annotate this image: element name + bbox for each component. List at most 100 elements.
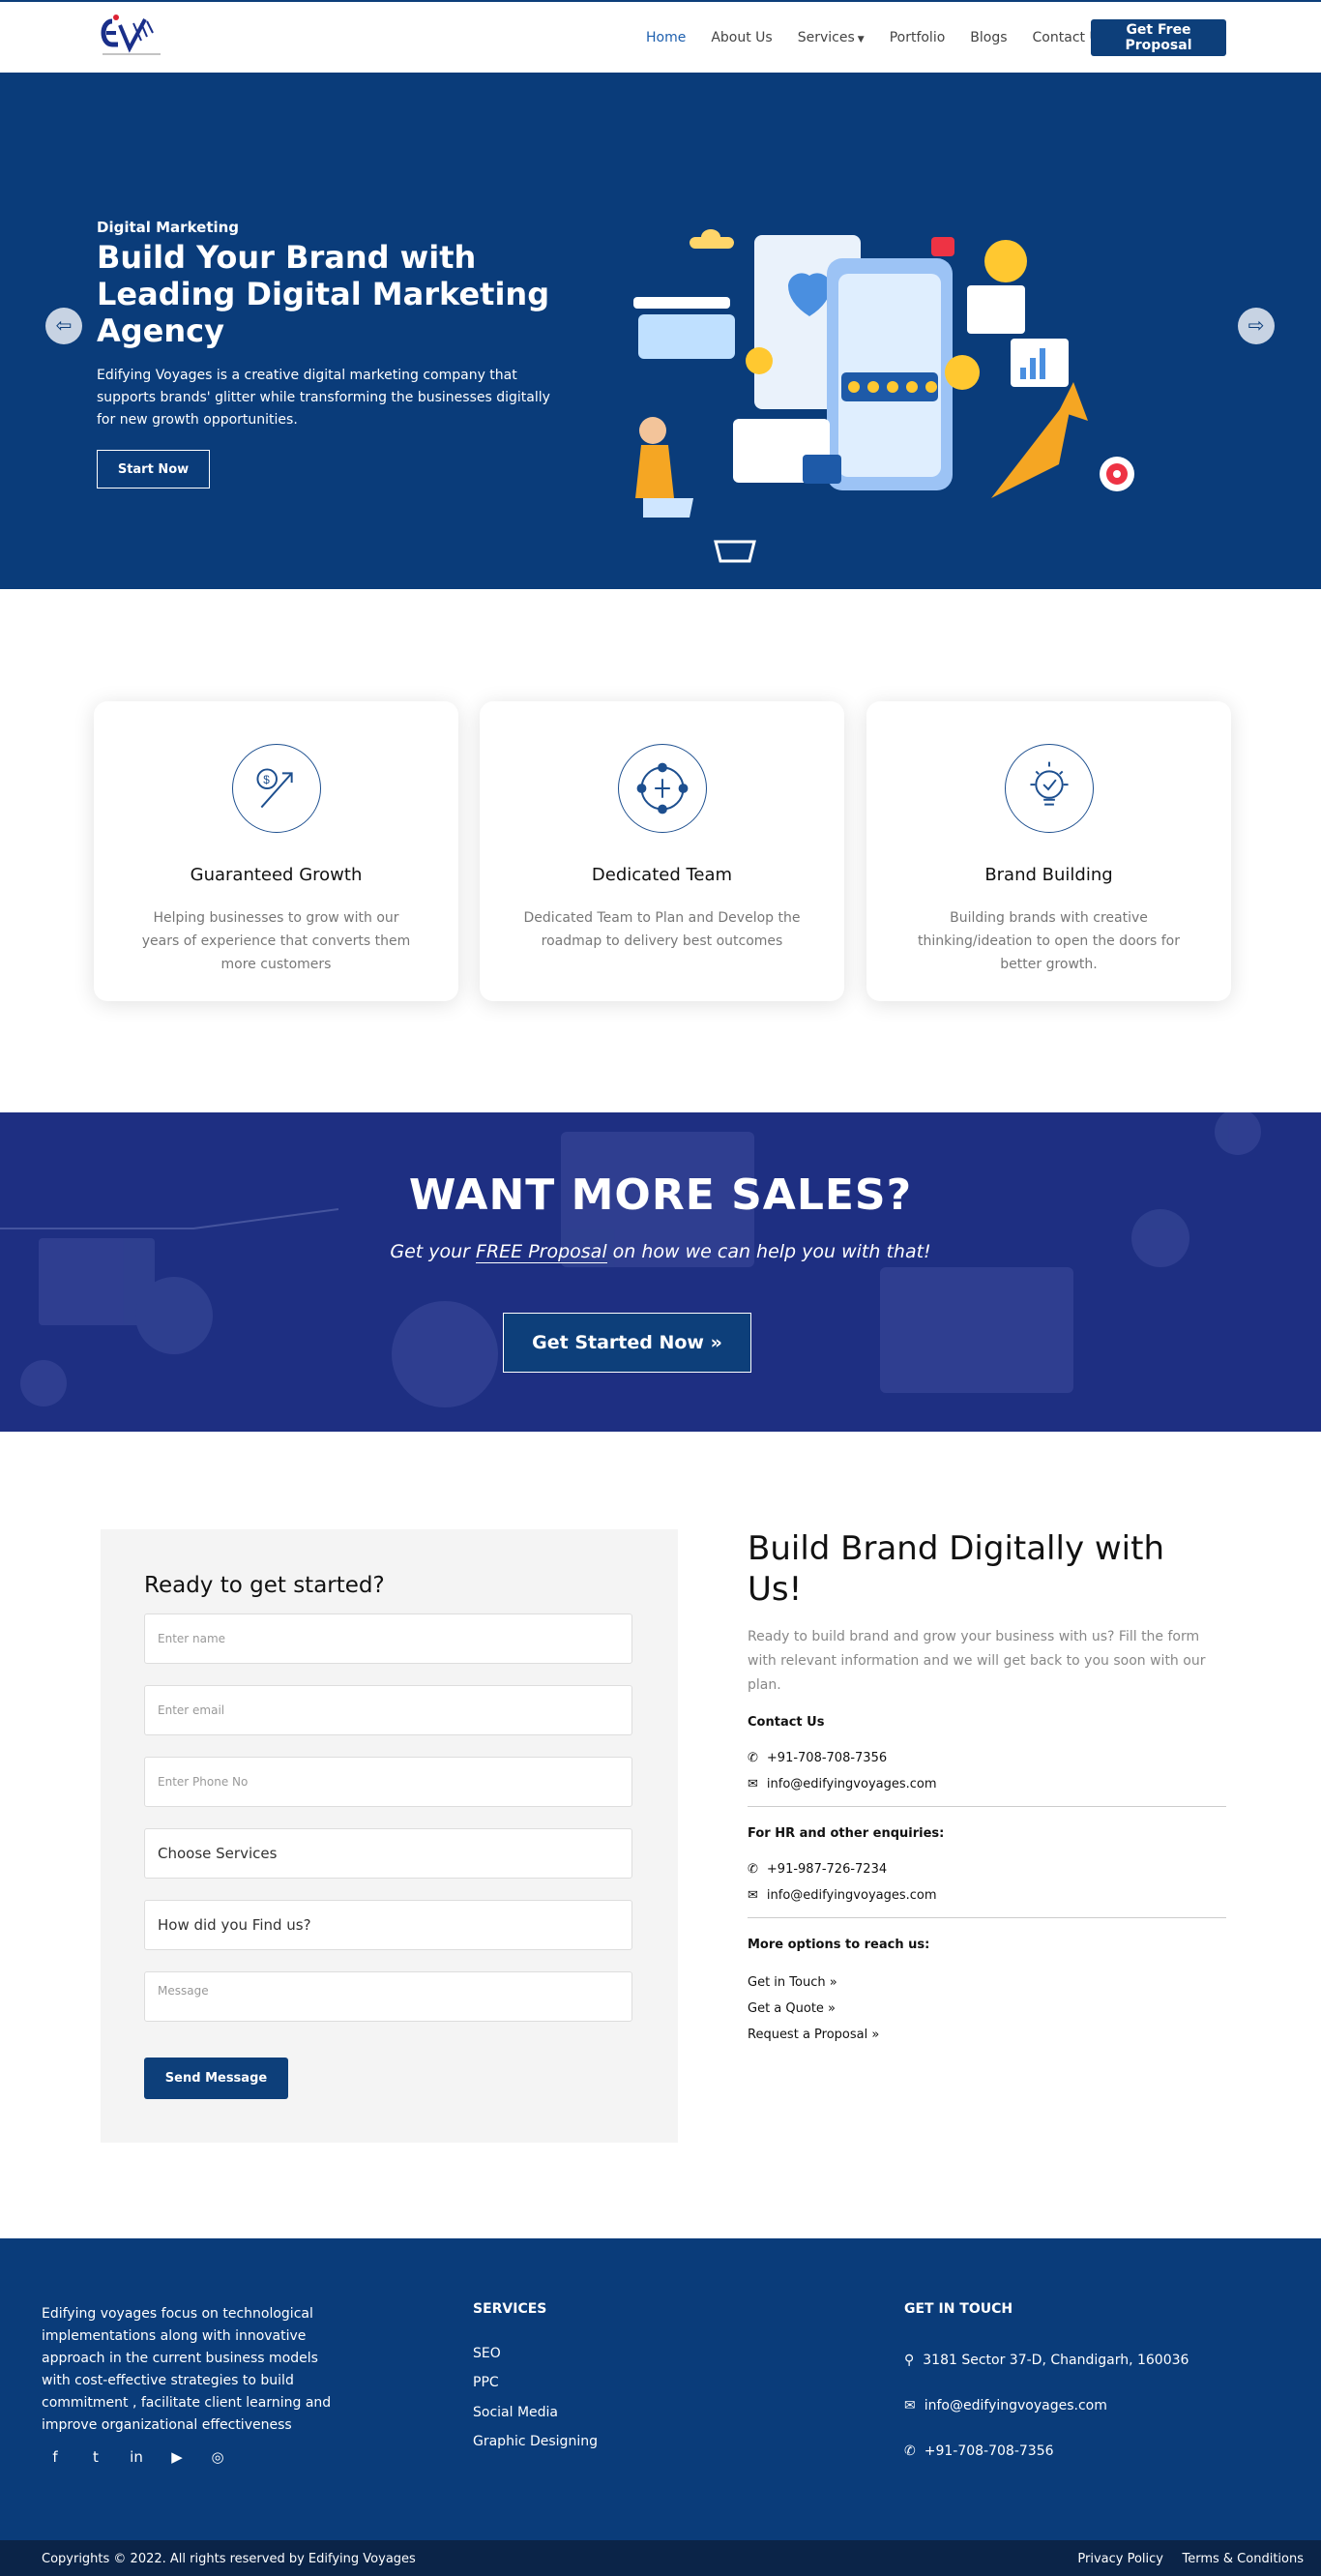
request-proposal-link[interactable]: Request a Proposal » [748, 2028, 1226, 2042]
free-proposal-link[interactable]: FREE Proposal [476, 1241, 607, 1263]
cta-banner: WANT MORE SALES? Get your FREE Proposal … [0, 1112, 1321, 1432]
contact-info: Build Brand Digitally with Us! Ready to … [748, 1528, 1226, 2042]
cta-title: WANT MORE SALES? [408, 1170, 913, 1220]
email-text: info@edifyingvoyages.com [766, 1777, 937, 1791]
send-message-button[interactable]: Send Message [144, 2058, 288, 2099]
nav-services-label: Services [797, 29, 855, 45]
email-row[interactable]: ✉ info@edifyingvoyages.com [748, 1777, 1226, 1791]
main-nav: Home About Us Services ▼ Portfolio Blogs … [621, 2, 1106, 73]
nav-portfolio[interactable]: Portfolio [890, 30, 946, 45]
arrow-right-icon[interactable]: ⇨ [1238, 308, 1275, 344]
features-section: $ Guaranteed Growth Helping businesses t… [0, 589, 1321, 1112]
get-in-touch-heading: GET IN TOUCH [904, 2301, 1013, 2317]
phone-text: +91-708-708-7356 [766, 1751, 888, 1765]
message-textarea[interactable]: Message [144, 1971, 632, 2022]
footer-email[interactable]: ✉ info@edifyingvoyages.com [904, 2398, 1107, 2413]
get-started-button[interactable]: Get Started Now » [503, 1313, 751, 1373]
email-row[interactable]: ✉ info@edifyingvoyages.com [748, 1888, 1226, 1903]
address-text: 3181 Sector 37-D, Chandigarh, 160036 [923, 2353, 1189, 2368]
phone-icon: ✆ [748, 1862, 758, 1877]
feature-title: Dedicated Team [591, 865, 733, 885]
instagram-icon[interactable]: ◎ [209, 2448, 226, 2466]
footer-service-link[interactable]: SEO [473, 2346, 501, 2361]
nav-about[interactable]: About Us [711, 30, 772, 45]
feature-text: Dedicated Team to Plan and Develop the r… [523, 910, 801, 949]
digital-marketing-illustration [633, 229, 1134, 563]
privacy-policy-link[interactable]: Privacy Policy [1077, 2552, 1163, 2566]
ev-logo-icon[interactable] [97, 12, 166, 62]
hero-title: Build Your Brand with Leading Digital Ma… [97, 239, 550, 349]
email-text: info@edifyingvoyages.com [766, 1888, 937, 1903]
footer-address: ⚲ 3181 Sector 37-D, Chandigarh, 160036 [904, 2353, 1189, 2368]
divider [748, 1917, 1226, 1918]
feature-title: Brand Building [984, 865, 1113, 885]
phone-text: +91-708-708-7356 [924, 2443, 1054, 2459]
site-footer: Edifying voyages focus on technological … [0, 2238, 1321, 2540]
nav-services[interactable]: Services ▼ [798, 30, 865, 45]
contact-form: Ready to get started? Enter name Enter e… [101, 1529, 678, 2143]
get-in-touch-link[interactable]: Get in Touch » [748, 1975, 1226, 1990]
get-quote-link[interactable]: Get a Quote » [748, 2001, 1226, 2016]
hero-slider: Digital Marketing Build Your Brand with … [0, 73, 1321, 589]
phone-icon: ✆ [904, 2443, 916, 2459]
cta-background-pattern [0, 1112, 1261, 1407]
source-select[interactable]: How did you Find us? [144, 1900, 632, 1950]
arrow-left-icon[interactable]: ⇦ [45, 308, 82, 344]
email-text: info@edifyingvoyages.com [924, 2398, 1107, 2413]
footer-service-link[interactable]: Social Media [473, 2405, 558, 2420]
envelope-icon: ✉ [748, 1888, 758, 1903]
cta-sub-pre: Get your [390, 1241, 477, 1262]
get-free-proposal-button[interactable]: Get Free Proposal [1091, 19, 1226, 56]
growth-icon: $ [231, 744, 321, 833]
contact-lead: Ready to build brand and grow your busin… [748, 1629, 1206, 1693]
phone-input[interactable]: Enter Phone No [144, 1757, 632, 1807]
services-heading: SERVICES [473, 2301, 547, 2317]
phone-text: +91-987-726-7234 [766, 1862, 888, 1877]
team-icon [617, 744, 707, 833]
svg-text:$: $ [263, 774, 270, 786]
hero-text: Edifying Voyages is a creative digital m… [97, 368, 550, 428]
feature-text: Building brands with creative thinking/i… [918, 910, 1180, 972]
caret-down-icon: ▼ [857, 34, 865, 44]
twitter-icon[interactable]: t [87, 2448, 104, 2466]
feature-text: Helping businesses to grow with our year… [141, 910, 411, 972]
site-header: Home About Us Services ▼ Portfolio Blogs … [0, 0, 1321, 73]
footer-service-link[interactable]: Graphic Designing [473, 2434, 598, 2449]
feature-title: Guaranteed Growth [190, 865, 363, 885]
cta-subtitle: Get your FREE Proposal on how we can hel… [0, 1241, 1321, 1263]
feature-card: Brand Building Building brands with crea… [866, 701, 1231, 1001]
footer-bottom-bar: Copyrights © 2022. All rights reserved b… [0, 2540, 1321, 2576]
feature-card: Dedicated Team Dedicated Team to Plan an… [480, 701, 844, 1001]
cta-sub-post: on how we can help you with that! [606, 1241, 931, 1262]
email-input[interactable]: Enter email [144, 1685, 632, 1735]
more-heading: More options to reach us: [748, 1938, 930, 1952]
lightbulb-icon [1004, 744, 1094, 833]
services-select[interactable]: Choose Services [144, 1828, 632, 1879]
feature-card: $ Guaranteed Growth Helping businesses t… [94, 701, 458, 1001]
phone-row[interactable]: ✆ +91-987-726-7234 [748, 1862, 1226, 1877]
social-links: f t in ▶ ◎ [46, 2448, 226, 2466]
nav-home[interactable]: Home [646, 30, 686, 45]
youtube-icon[interactable]: ▶ [168, 2448, 186, 2466]
facebook-icon[interactable]: f [46, 2448, 64, 2466]
nav-blogs[interactable]: Blogs [970, 30, 1007, 45]
envelope-icon: ✉ [748, 1777, 758, 1791]
start-now-button[interactable]: Start Now [97, 450, 210, 489]
contact-heading: Contact Us [748, 1715, 825, 1730]
contact-title: Build Brand Digitally with Us! [748, 1529, 1165, 1609]
footer-service-link[interactable]: PPC [473, 2375, 499, 2390]
phone-row[interactable]: ✆ +91-708-708-7356 [748, 1751, 1226, 1765]
name-input[interactable]: Enter name [144, 1614, 632, 1664]
map-pin-icon: ⚲ [904, 2353, 915, 2368]
hr-heading: For HR and other enquiries: [748, 1826, 945, 1841]
terms-link[interactable]: Terms & Conditions [1183, 2552, 1305, 2566]
divider [748, 1806, 1226, 1807]
footer-about: Edifying voyages focus on technological … [42, 2306, 332, 2433]
form-title: Ready to get started? [144, 1573, 385, 1598]
phone-icon: ✆ [748, 1751, 758, 1765]
envelope-icon: ✉ [904, 2398, 916, 2413]
copyright-text: Copyrights © 2022. All rights reserved b… [42, 2552, 416, 2566]
hero-eyebrow: Digital Marketing [97, 219, 240, 236]
footer-phone[interactable]: ✆ +91-708-708-7356 [904, 2443, 1054, 2459]
linkedin-icon[interactable]: in [128, 2448, 145, 2466]
